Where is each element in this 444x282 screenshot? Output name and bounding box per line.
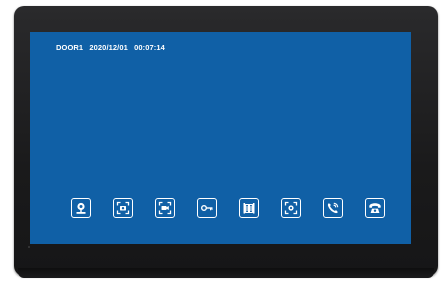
hang-up-phone-icon (369, 203, 381, 213)
camera-monitor-icon (76, 202, 86, 214)
camera-switch-icon (284, 201, 298, 215)
monitor-screen: DOOR1 2020/12/01 00:07:14 (30, 32, 411, 244)
intercom-call-button[interactable] (323, 198, 343, 218)
video-record-icon (158, 201, 172, 215)
hang-up-button[interactable] (365, 198, 385, 218)
power-indicator (28, 246, 30, 248)
time-label: 00:07:14 (134, 43, 165, 52)
monitor-device-base (18, 268, 434, 278)
gate-icon (243, 203, 255, 214)
unlock-button[interactable] (197, 198, 217, 218)
status-line: DOOR1 2020/12/01 00:07:14 (56, 43, 165, 52)
monitor-button[interactable] (71, 198, 91, 218)
door-label: DOOR1 (56, 43, 84, 52)
gate-button[interactable] (239, 198, 259, 218)
record-video-button[interactable] (155, 198, 175, 218)
bottom-toolbar (71, 198, 385, 218)
capture-photo-button[interactable] (113, 198, 133, 218)
intercom-phone-icon (327, 202, 339, 214)
date-label: 2020/12/01 (89, 43, 128, 52)
photo-capture-icon (116, 201, 130, 215)
camera-switch-button[interactable] (281, 198, 301, 218)
key-unlock-icon (201, 204, 213, 211)
